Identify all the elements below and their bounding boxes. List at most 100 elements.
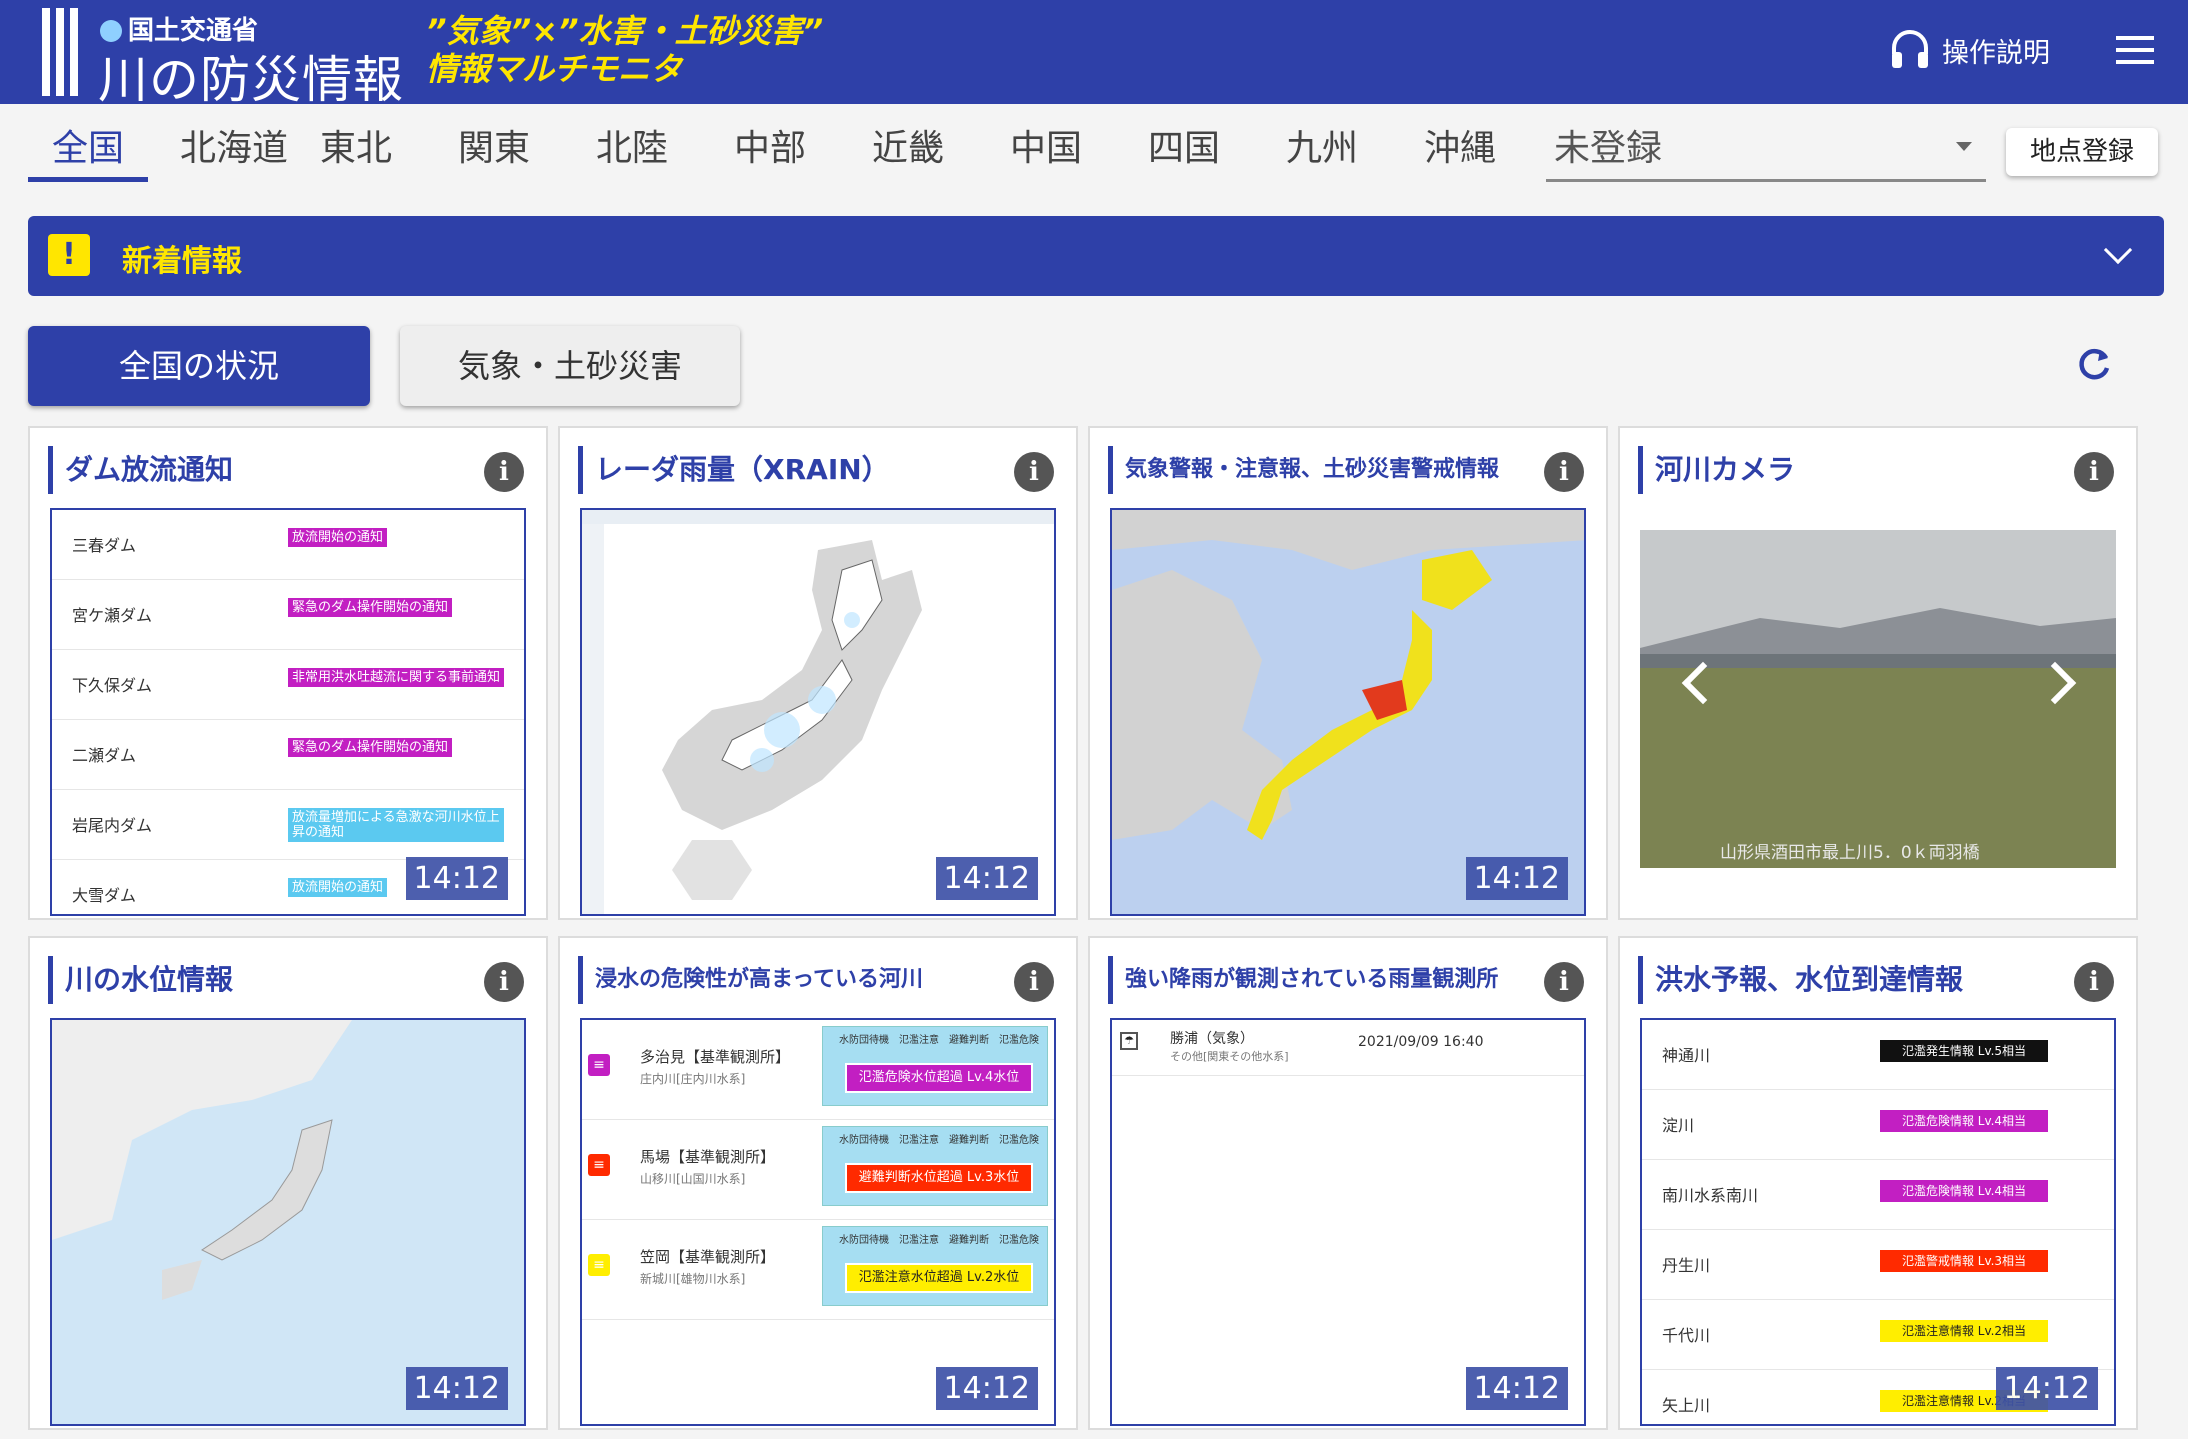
region-tab[interactable]: 東北 <box>304 118 408 182</box>
subtitle-line2: 情報マルチモニタ <box>426 50 683 88</box>
dam-notice-badge: 非常用洪水吐越流に関する事前通知 <box>288 668 504 687</box>
dam-release-card[interactable]: ダム放流通知 i 大雪ダム 放流開始の通知 岩尾内ダム 放流量増加による急激な河川水位… <box>28 426 548 920</box>
app-title[interactable]: 川の防災情報 <box>98 40 404 112</box>
dam-notice-badge: 緊急のダム操作開始の通知 <box>288 598 453 617</box>
app-subtitle: ”気象”×”水害・土砂災害” 情報マルチモニタ <box>426 12 823 88</box>
flood-forecast-card[interactable]: 洪水予報、水位到達情報 i 矢上川 氾濫注意情報 Lv.2相当 千代川 氾濫注意情報 … <box>1618 936 2138 1430</box>
inundation-list-panel[interactable]: ≡ 笠岡【基準観測所】 新城川[雄物川水系] 水防団待機 氾濫注意 避難判断 氾濫危険 氾濫注… <box>580 1018 1056 1426</box>
forecast-row[interactable]: 千代川 氾濫注意情報 Lv.2相当 <box>1642 1300 2114 1370</box>
region-tab[interactable]: 近畿 <box>856 118 960 182</box>
logo-bars-icon <box>42 8 78 96</box>
info-icon[interactable]: i <box>1544 452 1584 492</box>
region-tab[interactable]: 全国 <box>28 118 148 182</box>
level-label: 避難判断 <box>949 1235 989 1246</box>
radar-map-panel[interactable]: 14:12 <box>580 508 1056 916</box>
radar-rainfall-card[interactable]: レーダ雨量（XRAIN） i 14:12 <box>558 426 1078 920</box>
river-name: 千代川 <box>1662 1326 1711 1345</box>
region-tab[interactable]: 中部 <box>718 118 822 182</box>
forecast-list-panel[interactable]: 矢上川 氾濫注意情報 Lv.2相当 千代川 氾濫注意情報 Lv.2相当 丹生川 氾濫警戒情… <box>1640 1018 2116 1426</box>
level-indicator: 水防団待機 氾濫注意 避難判断 氾濫危険 避難判断水位超過 Lv.3水位 <box>822 1126 1048 1206</box>
river-name: 山移川[山国川水系] <box>640 1172 746 1186</box>
dam-row[interactable]: 三春ダム 放流開始の通知 <box>52 510 524 580</box>
weather-warning-card[interactable]: 気象警報・注意報、土砂災害警戒情報 i 14:12 <box>1088 426 1608 920</box>
subtitle-line1: ”気象”×”水害・土砂災害” <box>426 12 824 50</box>
registered-location-select[interactable]: 未登録 <box>1546 120 1986 182</box>
alert-icon: ! <box>48 234 90 276</box>
level-label: 氾濫危険 <box>999 1135 1039 1146</box>
dam-name: 大雪ダム <box>72 886 137 905</box>
river-name: 新城川[雄物川水系] <box>640 1272 746 1286</box>
info-icon[interactable]: i <box>2074 962 2114 1002</box>
forecast-row[interactable]: 南川水系南川 氾濫危険情報 Lv.4相当 <box>1642 1160 2114 1230</box>
info-icon[interactable]: i <box>2074 452 2114 492</box>
heavy-rain-card[interactable]: 強い降雨が観測されている雨量観測所 i ☂ 勝浦（気象） その他[関東その他水系] 2… <box>1088 936 1608 1430</box>
forecast-row[interactable]: 神通川 氾濫発生情報 Lv.5相当 <box>1642 1020 2114 1090</box>
region-tab[interactable]: 中国 <box>994 118 1098 182</box>
region-tab[interactable]: 北海道 <box>166 118 302 182</box>
news-bar[interactable]: ! 新着情報 <box>28 216 2164 296</box>
level-label: 水防団待機 <box>839 1135 889 1146</box>
timestamp: 14:12 <box>405 857 508 900</box>
timestamp: 14:12 <box>405 1367 508 1410</box>
dam-name: 二瀬ダム <box>72 746 137 765</box>
camera-image-panel[interactable]: 山形県酒田市最上川5．0ｋ両羽橋 <box>1640 508 2116 916</box>
refresh-icon[interactable] <box>2074 344 2114 384</box>
radar-map-image <box>582 510 1054 914</box>
chevron-down-icon[interactable] <box>2103 235 2133 265</box>
observation-time: 2021/09/09 16:40 <box>1358 1034 1484 1050</box>
river-camera-card[interactable]: 河川カメラ i 山形県酒田市最上川5．0ｋ両羽橋 <box>1618 426 2138 920</box>
info-icon[interactable]: i <box>1544 962 1584 1002</box>
inundation-risk-card[interactable]: 浸水の危険性が高まっている河川 i ≡ 笠岡【基準観測所】 新城川[雄物川水系] 水防… <box>558 936 1078 1430</box>
inundation-row[interactable]: ≡ 多治見【基準観測所】 庄内川[庄内川水系] 水防団待機 氾濫注意 避難判断 氾濫危険 氾濫… <box>582 1020 1054 1120</box>
dam-name: 宮ケ瀬ダム <box>72 606 153 625</box>
warning-map-panel[interactable]: 14:12 <box>1110 508 1586 916</box>
national-status-button[interactable]: 全国の状況 <box>28 326 370 406</box>
hamburger-menu-icon[interactable] <box>2116 36 2154 66</box>
heavy-rain-list-panel[interactable]: ☂ 勝浦（気象） その他[関東その他水系] 2021/09/09 16:40 14:1… <box>1110 1018 1586 1426</box>
river-name: 南川水系南川 <box>1662 1186 1759 1205</box>
region-tab[interactable]: 四国 <box>1132 118 1236 182</box>
timestamp: 14:12 <box>935 857 1038 900</box>
card-title: 洪水予報、水位到達情報 <box>1638 956 1963 1004</box>
region-tab[interactable]: 九州 <box>1270 118 1374 182</box>
forecast-row[interactable]: 淀川 氾濫危険情報 Lv.4相当 <box>1642 1090 2114 1160</box>
water-level-map-panel[interactable]: 14:12 <box>50 1018 526 1426</box>
dam-row[interactable]: 二瀬ダム 緊急のダム操作開始の通知 <box>52 720 524 790</box>
level-labels: 水防団待機 氾濫注意 避難判断 氾濫危険 <box>839 1031 1039 1046</box>
dam-row[interactable]: 下久保ダム 非常用洪水吐越流に関する事前通知 <box>52 650 524 720</box>
register-location-button[interactable]: 地点登録 <box>2006 128 2158 176</box>
forecast-badge: 氾濫危険情報 Lv.4相当 <box>1880 1110 2048 1132</box>
dam-row[interactable]: 岩尾内ダム 放流量増加による急激な河川水位上昇の通知 <box>52 790 524 860</box>
dam-list-panel[interactable]: 大雪ダム 放流開始の通知 岩尾内ダム 放流量増加による急激な河川水位上昇の通知 二瀬ダム… <box>50 508 526 916</box>
help-button[interactable]: 操作説明 <box>1890 28 2050 72</box>
water-level-card[interactable]: 川の水位情報 i 14:12 <box>28 936 548 1430</box>
info-icon[interactable]: i <box>484 962 524 1002</box>
dam-notice-badge: 緊急のダム操作開始の通知 <box>288 738 453 757</box>
weather-disaster-button[interactable]: 気象・土砂災害 <box>400 326 740 406</box>
select-value: 未登録 <box>1554 128 1663 169</box>
dam-row[interactable]: 宮ケ瀬ダム 緊急のダム操作開始の通知 <box>52 580 524 650</box>
forecast-badge: 氾濫注意情報 Lv.2相当 <box>1880 1320 2048 1342</box>
info-icon[interactable]: i <box>1014 962 1054 1002</box>
level-label: 氾濫危険 <box>999 1235 1039 1246</box>
level-label: 氾濫注意 <box>899 1135 939 1146</box>
station-name: 多治見【基準観測所】 <box>640 1048 791 1066</box>
inundation-row[interactable]: ≡ 馬場【基準観測所】 山移川[山国川水系] 水防団待機 氾濫注意 避難判断 氾濫危険 避難判… <box>582 1120 1054 1220</box>
river-name: 矢上川 <box>1662 1396 1711 1415</box>
dam-notice-badge: 放流量増加による急激な河川水位上昇の通知 <box>288 808 504 842</box>
rain-station-row[interactable]: ☂ 勝浦（気象） その他[関東その他水系] 2021/09/09 16:40 <box>1112 1020 1584 1076</box>
warning-map-image <box>1112 510 1584 914</box>
level-indicator: 水防団待機 氾濫注意 避難判断 氾濫危険 氾濫注意水位超過 Lv.2水位 <box>822 1226 1048 1306</box>
info-icon[interactable]: i <box>484 452 524 492</box>
region-tab[interactable]: 北陸 <box>580 118 684 182</box>
forecast-row[interactable]: 丹生川 氾濫警戒情報 Lv.3相当 <box>1642 1230 2114 1300</box>
region-tab[interactable]: 沖縄 <box>1408 118 1512 182</box>
status-badge: 氾濫危険水位超過 Lv.4水位 <box>845 1063 1033 1093</box>
region-tab[interactable]: 関東 <box>442 118 546 182</box>
station-name: 勝浦（気象） <box>1170 1031 1254 1047</box>
info-icon[interactable]: i <box>1014 452 1054 492</box>
river-name: 丹生川 <box>1662 1256 1711 1275</box>
forecast-badge: 氾濫発生情報 Lv.5相当 <box>1880 1040 2048 1062</box>
umbrella-icon: ☂ <box>1120 1032 1138 1050</box>
inundation-row[interactable]: ≡ 笠岡【基準観測所】 新城川[雄物川水系] 水防団待機 氾濫注意 避難判断 氾濫危険 氾濫注… <box>582 1220 1054 1320</box>
